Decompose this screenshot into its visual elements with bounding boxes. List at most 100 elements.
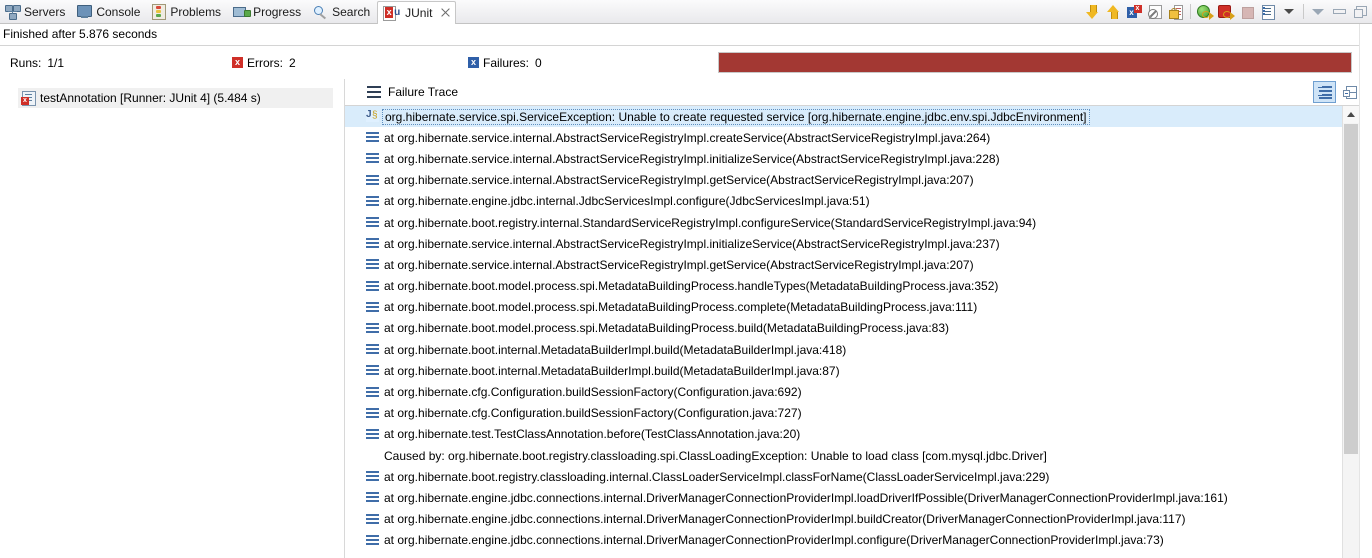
test-run-history-button[interactable] bbox=[1258, 2, 1278, 22]
stack-frame-icon bbox=[366, 471, 379, 482]
test-progress-bar bbox=[718, 52, 1352, 73]
pin-test-run-button[interactable] bbox=[1166, 2, 1186, 22]
rerun-failed-icon bbox=[1218, 4, 1235, 20]
tab-console[interactable]: Console bbox=[72, 1, 147, 23]
trace-row-label: at org.hibernate.cfg.Configuration.build… bbox=[384, 406, 802, 421]
trace-row[interactable]: org.hibernate.service.spi.ServiceExcepti… bbox=[345, 106, 1357, 128]
trace-row[interactable]: at org.hibernate.boot.registry.internal.… bbox=[345, 212, 1357, 233]
trace-row[interactable]: at org.hibernate.boot.model.process.spi.… bbox=[345, 297, 1357, 318]
failure-trace-panel: Failure Trace org.hibernate.service.spi.… bbox=[345, 79, 1372, 558]
trace-row[interactable]: at org.hibernate.boot.model.process.spi.… bbox=[345, 318, 1357, 339]
stack-frame-icon bbox=[366, 259, 379, 270]
trace-row[interactable]: at org.hibernate.engine.jdbc.connections… bbox=[345, 530, 1357, 551]
view-menu-button[interactable] bbox=[1308, 2, 1328, 22]
history-dropdown-button[interactable] bbox=[1279, 2, 1299, 22]
stack-frame-icon bbox=[366, 386, 379, 398]
rerun-icon bbox=[1197, 4, 1214, 20]
stack-frame-icon bbox=[366, 238, 379, 249]
tab-progress[interactable]: Progress bbox=[228, 1, 308, 23]
scroll-lock-button[interactable] bbox=[1145, 2, 1165, 22]
stack-frame-icon bbox=[366, 280, 379, 292]
next-failure-button[interactable] bbox=[1082, 2, 1102, 22]
scroll-up-button[interactable] bbox=[1343, 106, 1359, 123]
runs-value: 1/1 bbox=[47, 55, 65, 70]
trace-row[interactable]: at org.hibernate.service.internal.Abstra… bbox=[345, 127, 1357, 148]
failure-trace-title: Failure Trace bbox=[388, 85, 459, 99]
trace-row[interactable]: at org.hibernate.boot.internal.MetadataB… bbox=[345, 360, 1357, 381]
trace-row[interactable]: at org.hibernate.test.TestClassAnnotatio… bbox=[345, 424, 1357, 445]
previous-failure-button[interactable] bbox=[1103, 2, 1123, 22]
trace-row-label: at org.hibernate.boot.internal.MetadataB… bbox=[384, 342, 847, 357]
trace-row[interactable]: at org.hibernate.cfg.Configuration.build… bbox=[345, 403, 1357, 424]
view-menu-icon bbox=[1312, 8, 1324, 15]
stack-frame-icon bbox=[366, 407, 379, 419]
minimize-icon bbox=[1332, 9, 1346, 14]
failure-trace-list[interactable]: org.hibernate.service.spi.ServiceExcepti… bbox=[345, 106, 1357, 558]
trace-row-label: at org.hibernate.test.TestClassAnnotatio… bbox=[384, 427, 801, 442]
show-failures-only-button[interactable]: xx bbox=[1124, 2, 1144, 22]
trace-row[interactable]: at org.hibernate.engine.jdbc.internal.Jd… bbox=[345, 191, 1357, 212]
stack-frame-icon bbox=[366, 195, 379, 207]
trace-row-label: at org.hibernate.boot.model.process.spi.… bbox=[384, 279, 999, 294]
tab-console-label: Console bbox=[96, 4, 141, 19]
problems-icon bbox=[152, 3, 167, 20]
trace-row-label: at org.hibernate.service.internal.Abstra… bbox=[384, 151, 1000, 166]
stack-frame-icon bbox=[366, 428, 379, 440]
trace-row-label: at org.hibernate.service.internal.Abstra… bbox=[384, 130, 991, 145]
trace-row[interactable]: at org.hibernate.service.internal.Abstra… bbox=[345, 148, 1357, 169]
test-failed-icon: x bbox=[21, 91, 36, 106]
trace-row-label: at org.hibernate.boot.model.process.spi.… bbox=[384, 321, 949, 336]
errors-counter: x Errors: 2 bbox=[232, 53, 468, 73]
stop-button[interactable] bbox=[1237, 2, 1257, 22]
expand-stack-button[interactable] bbox=[1339, 82, 1360, 102]
trace-row-label: at org.hibernate.boot.internal.MetadataB… bbox=[384, 363, 840, 378]
stack-frame-icon bbox=[366, 174, 379, 186]
failure-box-icon: x bbox=[468, 57, 479, 68]
tab-servers[interactable]: Servers bbox=[0, 1, 72, 23]
runs-label: Runs: bbox=[10, 55, 42, 70]
trace-row-label: at org.hibernate.engine.jdbc.connections… bbox=[384, 490, 1228, 505]
trace-row-label: at org.hibernate.service.internal.Abstra… bbox=[384, 257, 974, 272]
tab-servers-label: Servers bbox=[24, 4, 66, 19]
trace-row[interactable]: at org.hibernate.service.internal.Abstra… bbox=[345, 254, 1357, 275]
stack-frame-icon bbox=[366, 153, 379, 164]
expand-all-icon bbox=[1342, 85, 1357, 99]
trace-row-label: at org.hibernate.boot.registry.internal.… bbox=[384, 215, 1037, 230]
search-icon bbox=[313, 5, 328, 19]
filter-stack-trace-button[interactable] bbox=[1313, 81, 1336, 103]
trace-row-label: org.hibernate.service.spi.ServiceExcepti… bbox=[382, 108, 1090, 125]
rerun-failed-button[interactable] bbox=[1216, 2, 1236, 22]
stop-icon bbox=[1240, 5, 1254, 19]
stack-frame-icon bbox=[366, 492, 379, 503]
trace-row-label: at org.hibernate.service.internal.Abstra… bbox=[384, 173, 974, 188]
close-icon[interactable] bbox=[440, 7, 451, 18]
tab-junit[interactable]: u JUnit bbox=[377, 0, 457, 24]
junit-icon: u bbox=[383, 5, 401, 21]
minimize-button[interactable] bbox=[1329, 2, 1349, 22]
trace-row[interactable]: at org.hibernate.engine.jdbc.connections… bbox=[345, 509, 1357, 530]
tab-problems[interactable]: Problems bbox=[147, 1, 228, 23]
failure-trace-scrollbar[interactable] bbox=[1342, 106, 1359, 558]
tab-search-label: Search bbox=[332, 4, 371, 19]
runs-counter: Runs: 1/1 bbox=[10, 53, 232, 73]
exception-icon bbox=[366, 109, 379, 123]
rerun-test-button[interactable] bbox=[1195, 2, 1215, 22]
tab-search[interactable]: Search bbox=[308, 1, 377, 23]
stack-frame-icon bbox=[366, 132, 379, 143]
test-tree-item[interactable]: x testAnnotation [Runner: JUnit 4] (5.48… bbox=[18, 88, 333, 108]
trace-row[interactable]: at org.hibernate.boot.model.process.spi.… bbox=[345, 276, 1357, 297]
trace-row[interactable]: at org.hibernate.service.internal.Abstra… bbox=[345, 170, 1357, 191]
stack-frame-icon bbox=[366, 344, 379, 355]
arrow-up-icon bbox=[1106, 4, 1120, 19]
failures-counter: x Failures: 0 bbox=[468, 53, 545, 73]
trace-row[interactable]: at org.hibernate.boot.internal.MetadataB… bbox=[345, 339, 1357, 360]
trace-row[interactable]: at org.hibernate.engine.jdbc.connections… bbox=[345, 487, 1357, 508]
trace-row[interactable]: at org.hibernate.boot.registry.classload… bbox=[345, 466, 1357, 487]
trace-row[interactable]: Caused by: org.hibernate.boot.registry.c… bbox=[345, 445, 1357, 466]
trace-row[interactable]: at org.hibernate.service.internal.Abstra… bbox=[345, 233, 1357, 254]
scroll-thumb[interactable] bbox=[1344, 124, 1358, 454]
errors-label: Errors: bbox=[247, 55, 283, 70]
collapse-stack-icon bbox=[1317, 85, 1332, 99]
trace-row[interactable]: at org.hibernate.cfg.Configuration.build… bbox=[345, 381, 1357, 402]
maximize-button[interactable] bbox=[1350, 2, 1370, 22]
